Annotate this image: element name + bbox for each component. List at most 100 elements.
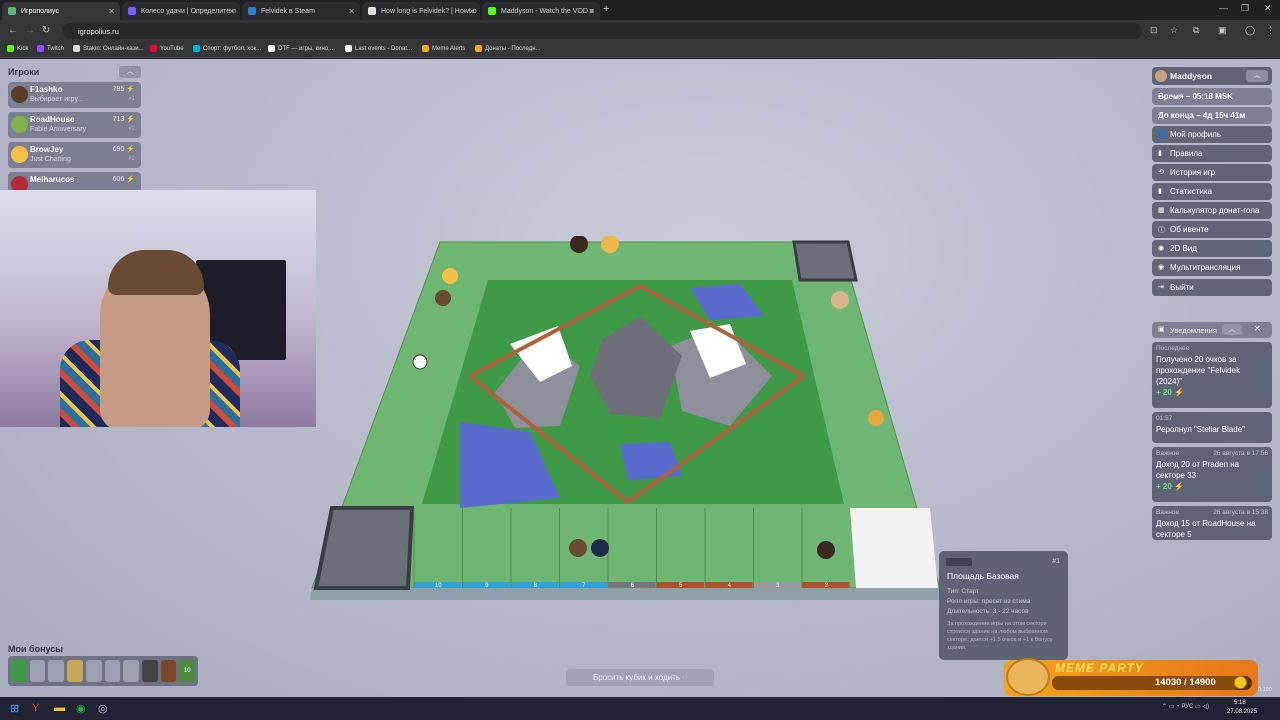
player-row[interactable]: RoadHouse Fable Anniversary 713 ⚡ #2 xyxy=(8,112,141,138)
player-token[interactable] xyxy=(435,290,451,306)
player-token[interactable] xyxy=(591,539,609,557)
tab-kick[interactable]: Maddyson - Watch the VOD o ✕ xyxy=(482,2,600,20)
tab-howlong[interactable]: How long is Felvidek? | HowLo ✕ xyxy=(362,2,480,20)
close-icon[interactable]: ✕ xyxy=(348,7,355,16)
corner-start xyxy=(850,508,938,588)
menu-logout[interactable]: ⇥ Выйти xyxy=(1152,279,1272,296)
chevron-up-icon[interactable]: ︿ xyxy=(1246,70,1268,82)
player-token[interactable] xyxy=(569,539,587,557)
calculator-icon: ▦ xyxy=(1158,207,1165,214)
tab-label: Колесо удачи | Определите п xyxy=(141,7,236,15)
bookmark-donations[interactable]: Донаты - Последн... xyxy=(475,45,541,52)
url-field[interactable]: igropolius.ru xyxy=(62,23,1142,39)
game-board[interactable]: 10 9 8 7 6 5 4 3 2 xyxy=(310,235,950,602)
player-token[interactable] xyxy=(442,268,458,284)
sector-duration: Длительность: 3 - 22 часов xyxy=(947,608,1029,615)
chevron-up-icon[interactable]: ︿ xyxy=(119,66,141,78)
sidebar-icon[interactable]: ▣ xyxy=(1218,25,1227,36)
close-icon[interactable]: ✕ xyxy=(1254,324,1261,333)
bookmark-memealerts[interactable]: Meme Alerts xyxy=(422,45,465,52)
twitch-icon xyxy=(37,45,44,52)
forward-icon[interactable]: → xyxy=(25,25,35,36)
chevron-up-icon[interactable]: ︿ xyxy=(1222,324,1242,335)
dtf-icon xyxy=(268,45,275,52)
extensions-icon[interactable]: ⧉ xyxy=(1193,25,1199,36)
menu-profile[interactable]: 👤 Мой профиль xyxy=(1152,126,1272,143)
menu-2d-view[interactable]: ◉ 2D Вид xyxy=(1152,240,1272,257)
tab-wheel[interactable]: Колесо удачи | Определите п ✕ xyxy=(122,2,240,20)
tab-label: How long is Felvidek? | HowLo xyxy=(381,7,477,15)
install-icon[interactable]: ⊡ xyxy=(1150,25,1158,36)
close-icon[interactable]: ✕ xyxy=(468,7,475,16)
tab-igropolius[interactable]: Игрополиус ✕ xyxy=(2,2,120,20)
tab-label: Игрополиус xyxy=(21,7,59,15)
clock-date: 27.08.2025 xyxy=(1227,709,1258,715)
player-row[interactable]: F1ashko Выбирает игру... 785 ⚡ #1 xyxy=(8,82,141,108)
bonus-card[interactable] xyxy=(67,660,83,682)
menu-multistream[interactable]: ◉ Мультитрансляция xyxy=(1152,259,1272,276)
notification-item: Важное 26 августа в 17:56 Доход 20 от Pr… xyxy=(1152,447,1272,502)
logout-icon: ⇥ xyxy=(1158,284,1164,291)
tab-steam[interactable]: Felvidek в Steam ✕ xyxy=(242,2,360,20)
maximize-button[interactable]: ❐ xyxy=(1241,3,1249,14)
dollar-icon xyxy=(73,45,80,52)
windows-start-icon[interactable]: ⊞ xyxy=(10,702,19,715)
chrome-icon[interactable]: ◉ xyxy=(76,702,86,715)
close-icon[interactable]: ✕ xyxy=(228,7,235,16)
corner-jail xyxy=(313,506,415,590)
close-icon[interactable]: ✕ xyxy=(588,7,595,16)
bookmark-youtube[interactable]: YouTube xyxy=(150,45,184,52)
bonus-card[interactable] xyxy=(141,660,158,682)
notification-item: Последнее Получено 20 очков за прохожден… xyxy=(1152,342,1272,408)
minimize-button[interactable]: — xyxy=(1219,3,1228,13)
menu-stats[interactable]: ▮ Статистика xyxy=(1152,183,1272,200)
close-icon[interactable]: ✕ xyxy=(108,7,115,16)
sector-type: Тип: Старт xyxy=(947,588,980,595)
back-icon[interactable]: ← xyxy=(8,25,18,36)
menu-rules[interactable]: ▮ Правила xyxy=(1152,145,1272,162)
player-rank: #2 xyxy=(128,126,135,132)
bookmark-sport[interactable]: Спорт: футбол, хок... xyxy=(193,45,261,52)
menu-calculator[interactable]: ▦ Калькулятор донат-гола xyxy=(1152,202,1272,219)
bookmark-twitch[interactable]: Twitch xyxy=(37,45,64,52)
steam-icon[interactable]: ◎ xyxy=(98,702,108,715)
webcam-overlay xyxy=(0,190,316,427)
menu-about[interactable]: ⓘ Об ивенте xyxy=(1152,221,1272,238)
folder-icon[interactable]: ▬ xyxy=(54,702,65,714)
system-tray[interactable]: ⌃ ▭ ◔ РУС ▭ ◁) xyxy=(1162,703,1209,710)
bonus-card[interactable] xyxy=(29,660,46,682)
bookmark-kick[interactable]: Kick xyxy=(7,45,28,52)
bonus-card[interactable] xyxy=(11,660,27,682)
language-indicator[interactable]: РУС xyxy=(1181,704,1193,710)
bonus-card[interactable] xyxy=(160,660,177,682)
menu-icon[interactable]: ⋮ xyxy=(1266,25,1275,36)
new-tab-button[interactable]: + xyxy=(603,3,609,15)
bonus-card[interactable] xyxy=(104,660,121,682)
bookmark-donat[interactable]: Last events - Donat... xyxy=(345,45,412,52)
meme-party-progress xyxy=(1052,676,1252,690)
profile-icon[interactable]: ◯ xyxy=(1245,25,1255,36)
sector-description: За прохождение игры на этом секторе стро… xyxy=(947,621,1053,651)
user-name: Maddyson xyxy=(1170,71,1213,81)
player-token[interactable] xyxy=(412,354,428,370)
roll-dice-button[interactable]: Бросить кубик и ходить ◌ xyxy=(566,669,714,686)
player-token[interactable] xyxy=(868,410,884,426)
meme-party-title: MEME PARTY xyxy=(1055,661,1144,675)
player-token[interactable] xyxy=(831,291,849,309)
board-3d[interactable]: 10 9 8 7 6 5 4 3 2 xyxy=(310,235,950,602)
menu-history[interactable]: ⟲ История игр xyxy=(1152,164,1272,181)
bookmark-star-icon[interactable]: ☆ xyxy=(1170,25,1178,36)
kick-icon xyxy=(7,45,14,52)
player-token[interactable] xyxy=(817,541,835,559)
player-row[interactable]: BrowJey Just Chatting 690 ⚡ #2 xyxy=(8,142,141,168)
yandex-icon[interactable]: Y xyxy=(32,702,39,714)
bonus-card[interactable]: 10 xyxy=(179,660,196,682)
player-score: 690 ⚡ xyxy=(112,146,135,153)
bonus-card[interactable] xyxy=(48,660,65,682)
window-close-button[interactable]: ✕ xyxy=(1264,3,1272,14)
bonus-card[interactable] xyxy=(85,660,102,682)
bookmark-dtf[interactable]: DTF — игры, кино,... xyxy=(268,45,335,52)
bonus-card[interactable] xyxy=(123,660,139,682)
reload-icon[interactable]: ↻ xyxy=(42,25,50,36)
bookmark-stakin[interactable]: Stakin: Онлайн-кази... xyxy=(73,45,144,52)
